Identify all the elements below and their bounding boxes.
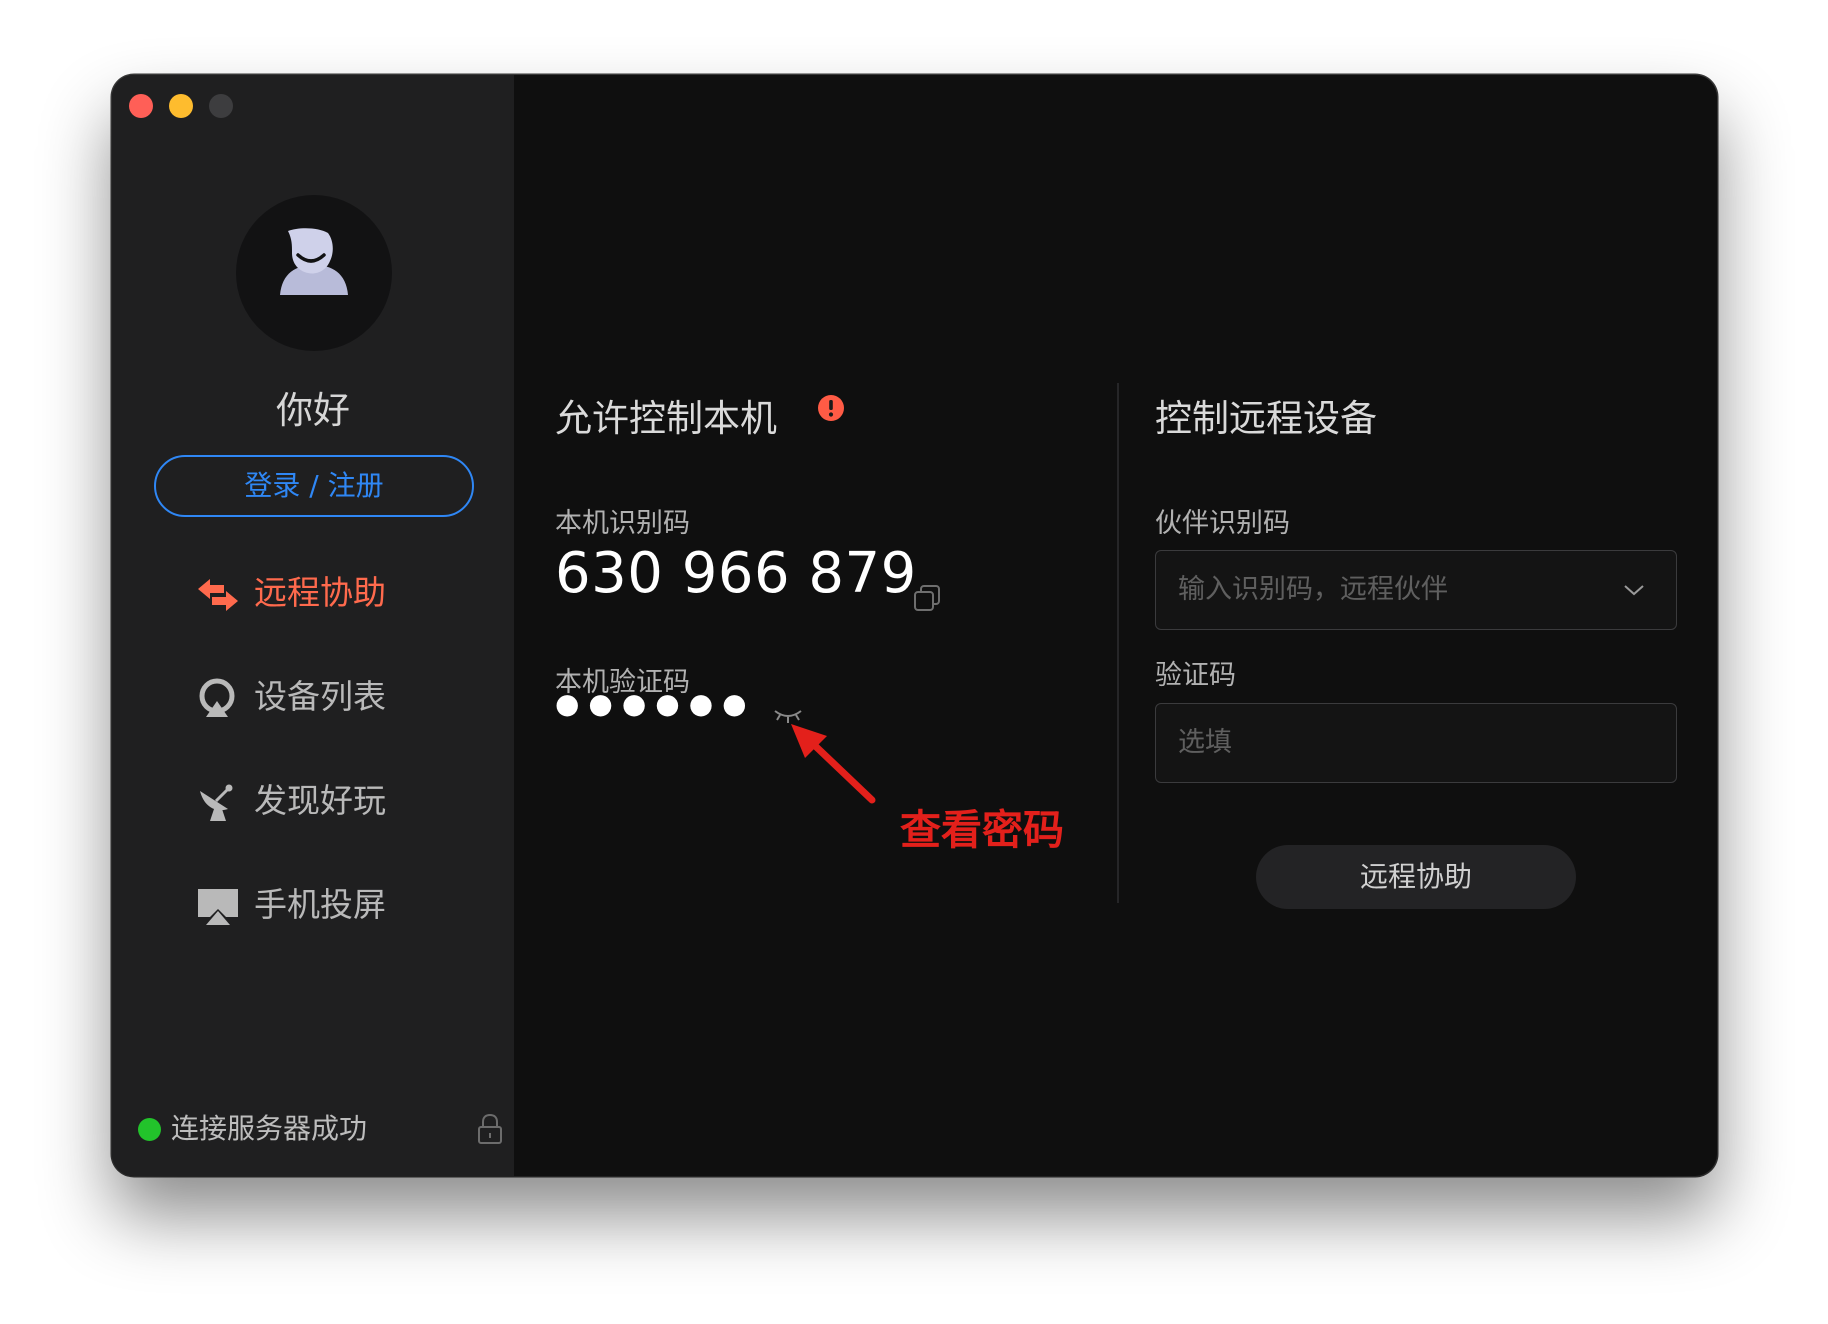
nav-label-remote-assist: 远程协助 [254, 573, 386, 612]
nav-label-device-list: 设备列表 [254, 677, 386, 716]
avatar[interactable] [236, 195, 392, 351]
zoom-window-button[interactable] [209, 94, 233, 118]
section-divider [1117, 383, 1119, 903]
greeting-text: 你好 [276, 389, 350, 432]
partner-id-placeholder: 输入识别码，远程伙伴 [1178, 574, 1448, 605]
login-register-button[interactable]: 登录 / 注册 [154, 455, 474, 517]
device-list-icon [199, 678, 235, 717]
annotation-text: 查看密码 [900, 806, 1064, 854]
remote-control-title: 控制远程设备 [1155, 397, 1377, 440]
sidebar: 你好 登录 / 注册 远程协助 设备列表 发现好玩 手机投屏 连接服务器成功 [112, 75, 514, 1176]
close-window-button[interactable] [129, 94, 153, 118]
verify-code-label: 验证码 [1155, 660, 1236, 691]
warning-icon[interactable] [817, 394, 845, 422]
connection-status: 连接服务器成功 [138, 1111, 502, 1147]
machine-code-masked: ●●●●●● [555, 687, 756, 720]
nav-label-discover: 发现好玩 [254, 781, 386, 820]
status-text: 连接服务器成功 [171, 1112, 368, 1145]
partner-id-label: 伙伴识别码 [1155, 508, 1290, 539]
annotation-arrow [791, 724, 876, 804]
copy-icon[interactable] [912, 583, 942, 613]
remote-assist-button[interactable]: 远程协助 [1256, 845, 1576, 909]
machine-id-label: 本机识别码 [555, 508, 690, 539]
lock-icon[interactable] [476, 1113, 504, 1145]
partner-id-input[interactable]: 输入识别码，远程伙伴 [1155, 550, 1677, 630]
allow-control-title: 允许控制本机 [555, 397, 777, 440]
nav-item-device-list[interactable]: 设备列表 [194, 667, 454, 727]
app-window: 你好 登录 / 注册 远程协助 设备列表 发现好玩 手机投屏 连接服务器成功 允… [112, 75, 1717, 1176]
discover-icon [200, 784, 233, 821]
nav-item-discover[interactable]: 发现好玩 [194, 771, 454, 831]
nav-label-screen-mirror: 手机投屏 [254, 885, 386, 924]
status-indicator [138, 1118, 161, 1141]
verify-code-input[interactable]: 选填 [1155, 703, 1677, 783]
screen-mirror-icon [198, 889, 238, 925]
machine-id-value: 630 966 879 [555, 541, 917, 606]
remote-assist-icon [198, 579, 238, 611]
minimize-window-button[interactable] [169, 94, 193, 118]
verify-code-placeholder: 选填 [1178, 727, 1232, 758]
chevron-down-icon[interactable] [1622, 582, 1646, 598]
nav-item-screen-mirror[interactable]: 手机投屏 [194, 875, 454, 935]
user-icon [280, 228, 348, 295]
nav-item-remote-assist[interactable]: 远程协助 [194, 563, 454, 623]
